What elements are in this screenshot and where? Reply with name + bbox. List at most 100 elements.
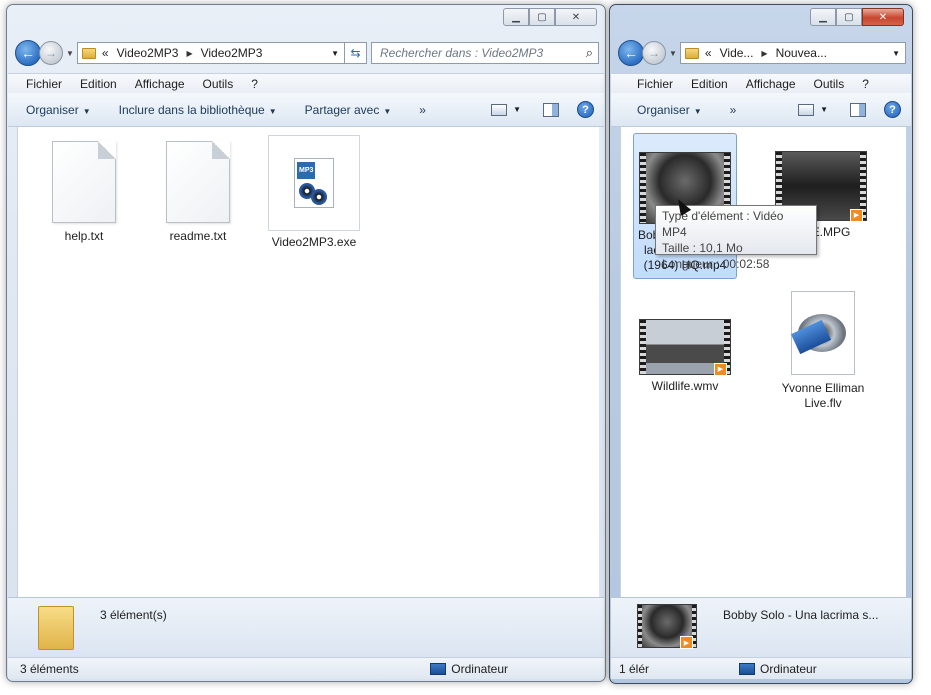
breadcrumb-video2mp3[interactable]: Video2MP3 — [201, 46, 263, 60]
close-button[interactable]: ✕ — [862, 8, 904, 26]
menu-edition[interactable]: Edition — [80, 77, 117, 91]
file-item-wildlife-wmv[interactable]: ▶ Wildlife.wmv — [635, 319, 735, 394]
video-thumbnail: ▶ — [637, 604, 697, 649]
organize-label: Organiser — [26, 102, 79, 117]
include-in-library-label: Inclure dans la bibliothèque — [118, 102, 265, 117]
back-button[interactable]: ← — [15, 40, 41, 66]
menu-outils[interactable]: Outils — [814, 77, 845, 91]
search-input[interactable]: Rechercher dans : Video2MP3 ⌕ — [371, 42, 599, 64]
help-icon[interactable]: ? — [577, 101, 594, 118]
folder-icon — [81, 47, 96, 59]
status-location: Ordinateur — [739, 662, 817, 676]
preview-pane-icon[interactable] — [850, 102, 866, 117]
menu-affichage[interactable]: Affichage — [135, 77, 185, 91]
breadcrumb-video2mp3-parent[interactable]: Video2MP3 — [117, 46, 179, 60]
address-bar[interactable]: « Video2MP3 ▶ Video2MP3 ▼ — [76, 42, 345, 64]
help-icon[interactable]: ? — [884, 101, 901, 118]
menu-bar: Fichier Edition Affichage Outils ? — [611, 73, 911, 93]
organize-label: Organiser — [637, 102, 690, 117]
explorer-window-video2mp3: ▁ ▢ ✕ ← → ▼ « Video2MP3 ▶ Video2MP3 ▼ ⇆ … — [6, 4, 606, 682]
organize-button[interactable]: Organiser ▼ — [637, 103, 702, 117]
disc-icon — [311, 189, 327, 205]
change-view-icon[interactable] — [491, 103, 508, 116]
more-commands-button[interactable]: » — [730, 103, 737, 117]
file-item-yvonne-elliman-flv[interactable]: Yvonne Elliman Live.flv — [773, 291, 873, 411]
menu-bar: Fichier Edition Affichage Outils ? — [8, 73, 604, 93]
minimize-button[interactable]: ▁ — [503, 8, 529, 26]
share-with-button[interactable]: Partager avec ▼ — [305, 103, 392, 117]
organize-button[interactable]: Organiser ▼ — [26, 103, 91, 117]
close-button[interactable]: ✕ — [555, 8, 597, 26]
change-view-icon[interactable] — [798, 103, 815, 116]
maximize-button[interactable]: ▢ — [836, 8, 862, 26]
breadcrumb-overflow[interactable]: « — [705, 46, 712, 60]
file-name-line: Live.flv — [804, 396, 842, 410]
navigation-row: ← → ▼ « Vide... ▶ Nouvea... ▼ — [618, 39, 906, 67]
address-history-dropdown-icon[interactable]: ▼ — [892, 49, 900, 58]
file-name-line: Yvonne Elliman — [781, 381, 865, 395]
address-history-dropdown-icon[interactable]: ▼ — [331, 49, 339, 58]
address-bar[interactable]: « Vide... ▶ Nouvea... ▼ — [679, 42, 906, 64]
recent-pages-dropdown-icon[interactable]: ▼ — [669, 49, 677, 58]
view-controls: ▼ ? — [491, 101, 594, 118]
breadcrumb-new-folder[interactable]: Nouvea... — [776, 46, 827, 60]
refresh-button[interactable]: ⇆ — [345, 42, 367, 64]
file-name: help.txt — [64, 229, 104, 243]
file-item-video2mp3-exe[interactable]: MP3 Video2MP3.exe — [264, 135, 364, 250]
menu-outils[interactable]: Outils — [203, 77, 234, 91]
breadcrumb-overflow[interactable]: « — [102, 46, 109, 60]
explorer-window-videos: ▁ ▢ ✕ ← → ▼ « Vide... ▶ Nouvea... ▼ Fich… — [609, 4, 913, 684]
include-in-library-button[interactable]: Inclure dans la bibliothèque ▼ — [119, 103, 277, 117]
menu-fichier[interactable]: Fichier — [637, 77, 673, 91]
details-title: Bobby Solo - Una lacrima s... — [723, 608, 879, 622]
breadcrumb-separator-icon[interactable]: ▶ — [186, 49, 192, 58]
computer-icon — [430, 662, 447, 675]
command-bar: Organiser ▼ Inclure dans la bibliothèque ▼… — [8, 93, 604, 127]
view-options-dropdown-icon[interactable]: ▼ — [820, 105, 828, 114]
view-controls: ▼ ? — [798, 101, 901, 118]
command-bar: Organiser ▼ » ▼ ? — [611, 93, 911, 127]
file-list: help.txt readme.txt MP3 Video2MP3.exe — [17, 127, 599, 597]
status-item-count: 1 élér — [619, 661, 650, 676]
menu-affichage[interactable]: Affichage — [746, 77, 796, 91]
forward-button[interactable]: → — [39, 41, 63, 65]
chevron-down-icon: ▼ — [693, 106, 702, 116]
minimize-button[interactable]: ▁ — [810, 8, 836, 26]
preview-pane-icon[interactable] — [543, 102, 559, 117]
back-button[interactable]: ← — [618, 40, 644, 66]
file-item-help-txt[interactable]: help.txt — [44, 141, 124, 244]
file-name: Video2MP3.exe — [271, 235, 357, 249]
text-file-icon — [52, 141, 116, 223]
file-item-readme-txt[interactable]: readme.txt — [158, 141, 238, 244]
recent-pages-dropdown-icon[interactable]: ▼ — [66, 49, 74, 58]
mp3-tag: MP3 — [297, 162, 316, 179]
breadcrumb-separator-icon[interactable]: ▶ — [761, 49, 767, 58]
forward-button[interactable]: → — [642, 41, 666, 65]
menu-edition[interactable]: Edition — [691, 77, 728, 91]
more-commands-button[interactable]: » — [419, 103, 426, 117]
maximize-button[interactable]: ▢ — [529, 8, 555, 26]
breadcrumb-videos[interactable]: Vide... — [720, 46, 754, 60]
status-bar: 1 élér Ordinateur — [611, 657, 911, 679]
tooltip-length: Longueur : 00:02:58 — [662, 257, 770, 271]
chevron-down-icon: ▼ — [383, 106, 392, 116]
status-location-label: Ordinateur — [760, 661, 817, 676]
status-location: Ordinateur — [430, 662, 508, 676]
status-location-label: Ordinateur — [451, 661, 508, 676]
menu-help[interactable]: ? — [862, 77, 869, 91]
file-list: Bobby Solo - Una lacrima sul viso (1964)… — [620, 127, 906, 597]
play-badge-icon: ▶ — [850, 209, 863, 222]
window-caption-buttons: ▁ ▢ ✕ — [810, 8, 904, 26]
details-pane: 3 élément(s) — [8, 597, 604, 657]
mp3-app-icon: MP3 — [294, 158, 334, 208]
status-bar: 3 éléments Ordinateur — [8, 657, 604, 679]
share-with-label: Partager avec — [304, 102, 380, 117]
chevron-down-icon: ▼ — [82, 106, 91, 116]
menu-fichier[interactable]: Fichier — [26, 77, 62, 91]
play-badge-icon: ▶ — [680, 636, 693, 649]
menu-help[interactable]: ? — [251, 77, 258, 91]
search-icon[interactable]: ⌕ — [586, 45, 593, 61]
tooltip-size: Taille : 10,1 Mo — [662, 241, 743, 255]
view-options-dropdown-icon[interactable]: ▼ — [513, 105, 521, 114]
file-name: readme.txt — [169, 229, 227, 243]
